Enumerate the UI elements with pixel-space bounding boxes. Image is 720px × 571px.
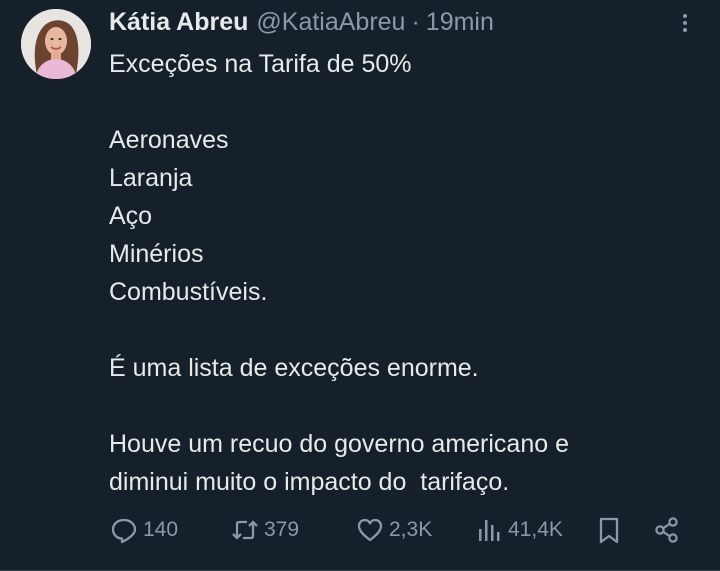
bookmark-button[interactable] xyxy=(594,513,628,547)
action-bar: 140 379 2,3K 41,4K xyxy=(0,513,720,547)
tweet-line xyxy=(109,387,569,425)
author-name[interactable]: Kátia Abreu xyxy=(109,8,248,36)
reply-count: 140 xyxy=(143,518,179,541)
like-count: 2,3K xyxy=(389,518,433,541)
tweet-line: Aço xyxy=(109,202,153,230)
reply-button[interactable]: 140 xyxy=(109,513,178,547)
tweet-line: Combustíveis. xyxy=(109,278,268,306)
tweet-line: Laranja xyxy=(109,164,193,192)
retweet-count: 379 xyxy=(264,518,300,541)
tweet-line: É uma lista de exceções enorme. xyxy=(109,354,479,382)
heart-icon xyxy=(355,515,385,545)
separator-dot: · xyxy=(411,8,420,36)
tweet-line xyxy=(109,311,569,349)
retweet-button[interactable]: 379 xyxy=(230,513,299,547)
reply-icon xyxy=(109,515,139,545)
timestamp[interactable]: 19min xyxy=(426,8,494,36)
avatar-image xyxy=(21,9,91,79)
tweet-text: Exceções na Tarifa de 50% Aeronaves Lara… xyxy=(109,45,569,501)
share-button[interactable] xyxy=(652,513,686,547)
tweet-line xyxy=(109,83,569,121)
tweet-line: Houve um recuo do governo americano e xyxy=(109,430,569,458)
bookmark-icon xyxy=(594,515,624,545)
views-icon xyxy=(474,515,504,545)
tweet-line: Minérios xyxy=(109,240,204,268)
tweet[interactable]: Kátia Abreu @KatiaAbreu · 19min Exceções na… xyxy=(0,0,720,571)
views-button[interactable]: 41,4K xyxy=(474,513,563,547)
tweet-header: Kátia Abreu @KatiaAbreu · 19min xyxy=(109,7,494,37)
like-button[interactable]: 2,3K xyxy=(355,513,432,547)
tweet-line: diminui muito o impacto do tarifaço. xyxy=(109,468,510,496)
views-count: 41,4K xyxy=(508,518,563,541)
retweet-icon xyxy=(230,515,260,545)
tweet-line: Aeronaves xyxy=(109,126,229,154)
more-vertical-icon[interactable] xyxy=(675,14,695,36)
tweet-line: Exceções na Tarifa de 50% xyxy=(109,50,412,78)
avatar[interactable] xyxy=(21,9,91,79)
share-icon xyxy=(652,515,682,545)
author-handle[interactable]: @KatiaAbreu xyxy=(256,8,405,36)
